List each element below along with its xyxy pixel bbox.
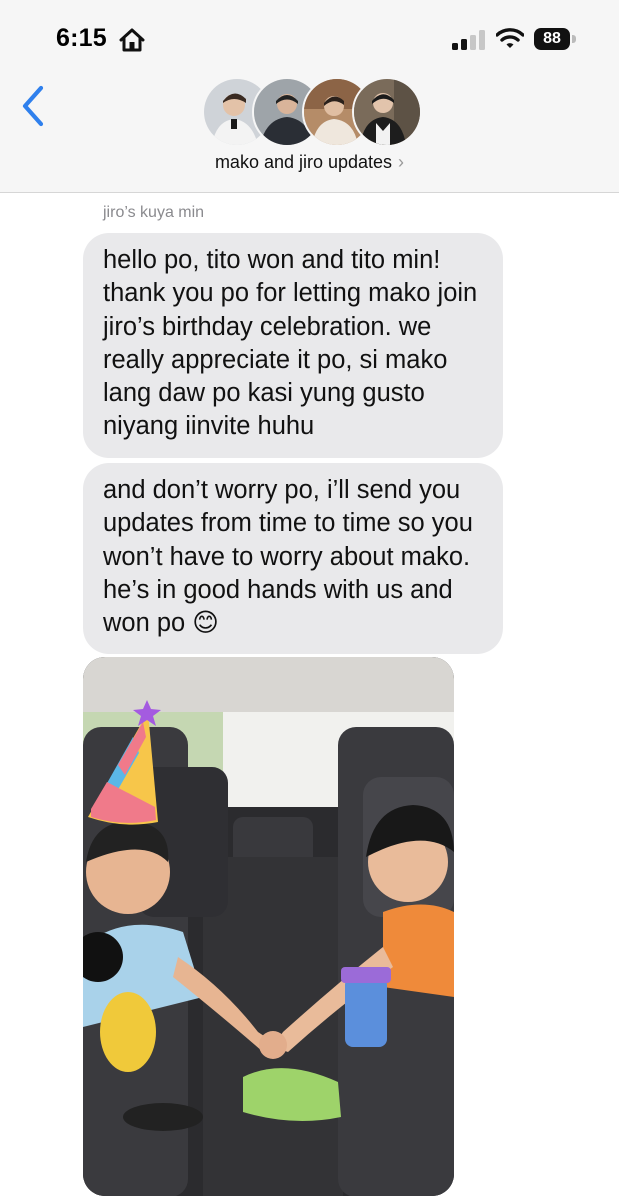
photo-image — [83, 657, 454, 1196]
battery-nub — [572, 35, 576, 43]
message-text: hello po, tito won and tito min! thank y… — [103, 246, 478, 441]
signal-icon — [452, 30, 485, 50]
chevron-right-icon: › — [398, 152, 405, 172]
status-time: 6:15 — [56, 24, 107, 52]
conversation-header: mako and jiro updates › — [0, 77, 619, 193]
wifi-icon — [496, 28, 524, 48]
back-chevron-icon[interactable] — [14, 82, 54, 130]
photo-message[interactable] — [83, 657, 454, 1196]
group-name[interactable]: mako and jiro updates › — [0, 152, 619, 173]
sender-name: jiro’s kuya min — [103, 204, 205, 221]
home-icon — [119, 28, 145, 52]
battery-icon: 88 — [534, 28, 570, 50]
group-avatars[interactable] — [202, 77, 422, 147]
message-bubble[interactable]: hello po, tito won and tito min! thank y… — [83, 233, 503, 458]
avatar-4 — [352, 77, 422, 147]
message-bubble[interactable]: and don’t worry po, i’ll send you update… — [83, 463, 503, 654]
battery-level: 88 — [543, 30, 561, 47]
message-text: and don’t worry po, i’ll send you update… — [103, 476, 473, 638]
status-bar: 6:15 88 — [0, 0, 619, 80]
group-name-label: mako and jiro updates — [214, 152, 393, 172]
